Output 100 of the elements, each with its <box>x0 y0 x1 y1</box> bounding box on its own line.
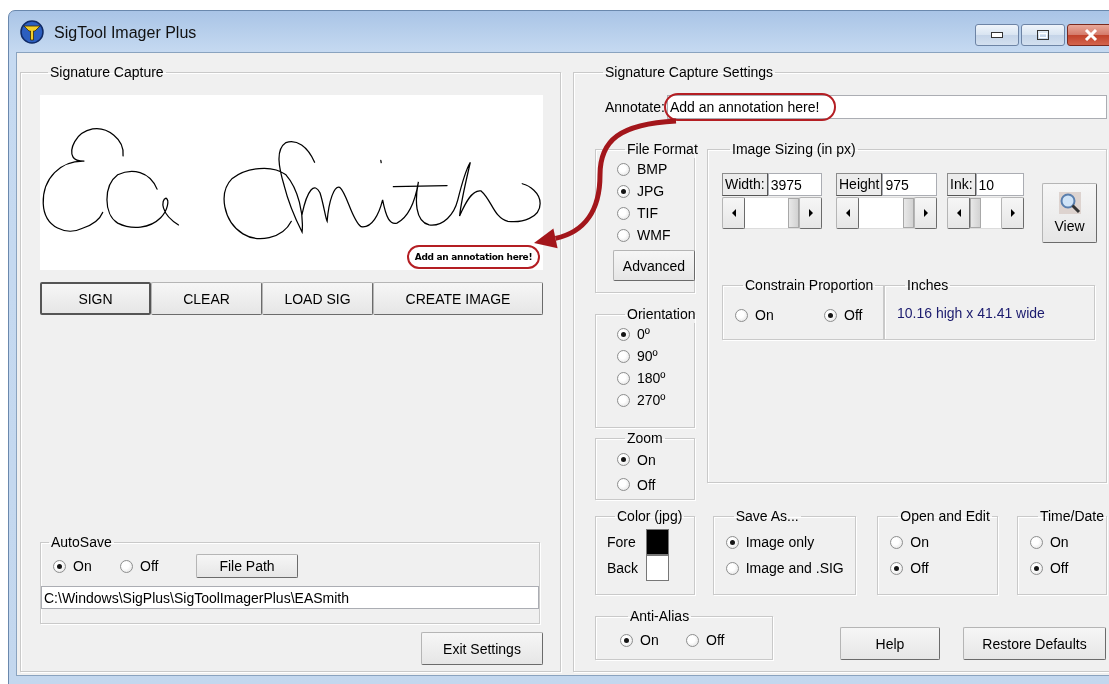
radio-button[interactable] <box>617 162 630 176</box>
radio-button[interactable] <box>617 453 630 466</box>
radio-label: 270º <box>637 392 666 408</box>
radio-label: JPG <box>637 183 665 199</box>
inches-value: 10.16 high x 41.41 wide <box>897 305 1046 321</box>
radio-button[interactable] <box>725 561 739 575</box>
slider-thumb[interactable] <box>903 198 914 228</box>
minimize-icon <box>991 32 1003 38</box>
annotation-label: Add an annotation here! <box>407 245 540 269</box>
scroll-left-button[interactable] <box>836 197 859 229</box>
radio-label: Image and .SIG <box>745 560 844 576</box>
group-label: Color (jpg) <box>616 508 684 525</box>
radio-button[interactable] <box>735 308 748 322</box>
radio-label: Off <box>706 632 725 648</box>
group-label: Time/Date <box>1038 508 1105 525</box>
radio-button[interactable] <box>1029 561 1043 575</box>
radio-label: 0º <box>637 326 650 342</box>
group-label: Signature Capture <box>49 64 165 81</box>
radio-button[interactable] <box>824 308 837 322</box>
radio-label: Off <box>844 307 863 323</box>
capture-button[interactable]: CLEAR <box>151 282 262 315</box>
close-button[interactable] <box>1067 24 1109 46</box>
swatch-label: Fore <box>607 534 637 550</box>
radio-button[interactable] <box>617 327 630 341</box>
left-arrow-icon <box>845 209 850 217</box>
scroll-left-button[interactable] <box>722 197 745 229</box>
group-label: File Format <box>626 141 699 158</box>
radio-button[interactable] <box>890 535 904 549</box>
radio-label: On <box>637 451 656 468</box>
radio-label: Off <box>140 558 159 574</box>
window-title: SigTool Imager Plus <box>54 24 197 42</box>
scroll-right-button[interactable] <box>1001 197 1024 229</box>
field-label: Height <box>836 173 883 196</box>
radio-button[interactable] <box>617 393 630 407</box>
group-label: Inches <box>906 277 950 294</box>
capture-button[interactable]: SIGN <box>40 282 151 315</box>
radio-label: On <box>640 632 659 648</box>
scroll-right-button[interactable] <box>914 197 937 229</box>
radio-button[interactable] <box>617 349 630 363</box>
radio-label: WMF <box>637 227 671 243</box>
help-button[interactable]: Help <box>840 627 940 660</box>
radio-label: Off <box>637 476 656 493</box>
right-arrow-icon <box>923 209 928 217</box>
capture-button[interactable]: LOAD SIG <box>262 282 373 315</box>
color-swatch[interactable] <box>646 529 669 555</box>
radio-label: On <box>73 558 92 574</box>
radio-label: Off <box>1049 560 1069 576</box>
right-arrow-icon <box>808 209 813 217</box>
restore-defaults-button[interactable]: Restore Defaults <box>963 627 1106 660</box>
scroll-right-button[interactable] <box>799 197 822 229</box>
group-label: Save As... <box>734 508 800 525</box>
slider-thumb[interactable] <box>970 198 981 228</box>
radio-button[interactable] <box>890 561 904 575</box>
radio-label: Off <box>910 560 929 576</box>
close-icon <box>1084 29 1098 41</box>
advanced-button[interactable]: Advanced <box>613 250 695 281</box>
field-label: Annotate: <box>605 99 665 115</box>
radio-button[interactable] <box>617 478 630 491</box>
view-button[interactable]: View <box>1042 183 1097 243</box>
radio-button[interactable] <box>620 633 633 647</box>
radio-button[interactable] <box>1029 535 1043 549</box>
file-path-button[interactable]: File Path <box>196 554 298 578</box>
radio-label: On <box>910 534 929 550</box>
radio-button[interactable] <box>617 184 630 198</box>
group-label: Signature Capture Settings <box>604 64 775 81</box>
radio-button[interactable] <box>686 633 699 647</box>
slider-thumb[interactable] <box>788 198 799 228</box>
path-field[interactable]: C:\Windows\SigPlus\SigToolImagerPlus\EASmith <box>41 586 539 609</box>
magnifier-icon <box>1058 192 1081 214</box>
capture-button[interactable]: CREATE IMAGE <box>373 282 543 315</box>
left-arrow-icon <box>956 209 961 217</box>
number-field[interactable]: 975 <box>882 173 937 196</box>
left-arrow-icon <box>731 209 736 217</box>
radio-button[interactable] <box>53 559 66 573</box>
group-label: Anti-Alias <box>629 608 691 625</box>
radio-label: On <box>1049 534 1069 550</box>
radio-button[interactable] <box>725 535 739 549</box>
radio-button[interactable] <box>617 228 630 242</box>
logo-icon <box>20 20 44 44</box>
slider-track[interactable] <box>970 197 1001 229</box>
exit-settings-button[interactable]: Exit Settings <box>421 632 543 665</box>
group-label: Open and Edit <box>899 508 991 525</box>
number-field[interactable]: 3975 <box>767 173 822 196</box>
number-field[interactable]: 10 <box>975 173 1024 196</box>
minimize-button[interactable] <box>975 24 1019 46</box>
radio-label: BMP <box>637 161 668 177</box>
group-label: Image Sizing (in px) <box>731 141 857 158</box>
maximize-button[interactable] <box>1021 24 1065 46</box>
swatch-label: Back <box>607 560 640 576</box>
scroll-left-button[interactable] <box>947 197 970 229</box>
radio-button[interactable] <box>617 206 630 220</box>
radio-button[interactable] <box>120 559 133 573</box>
radio-button[interactable] <box>617 371 630 385</box>
color-swatch[interactable] <box>646 555 669 581</box>
field-label: Ink: <box>947 173 976 196</box>
annotate-field[interactable]: Add an annotation here! <box>666 95 1107 119</box>
maximize-icon <box>1037 30 1049 40</box>
radio-label: On <box>755 307 774 323</box>
radio-label: Image only <box>745 534 815 550</box>
group-label: Orientation <box>626 306 697 323</box>
